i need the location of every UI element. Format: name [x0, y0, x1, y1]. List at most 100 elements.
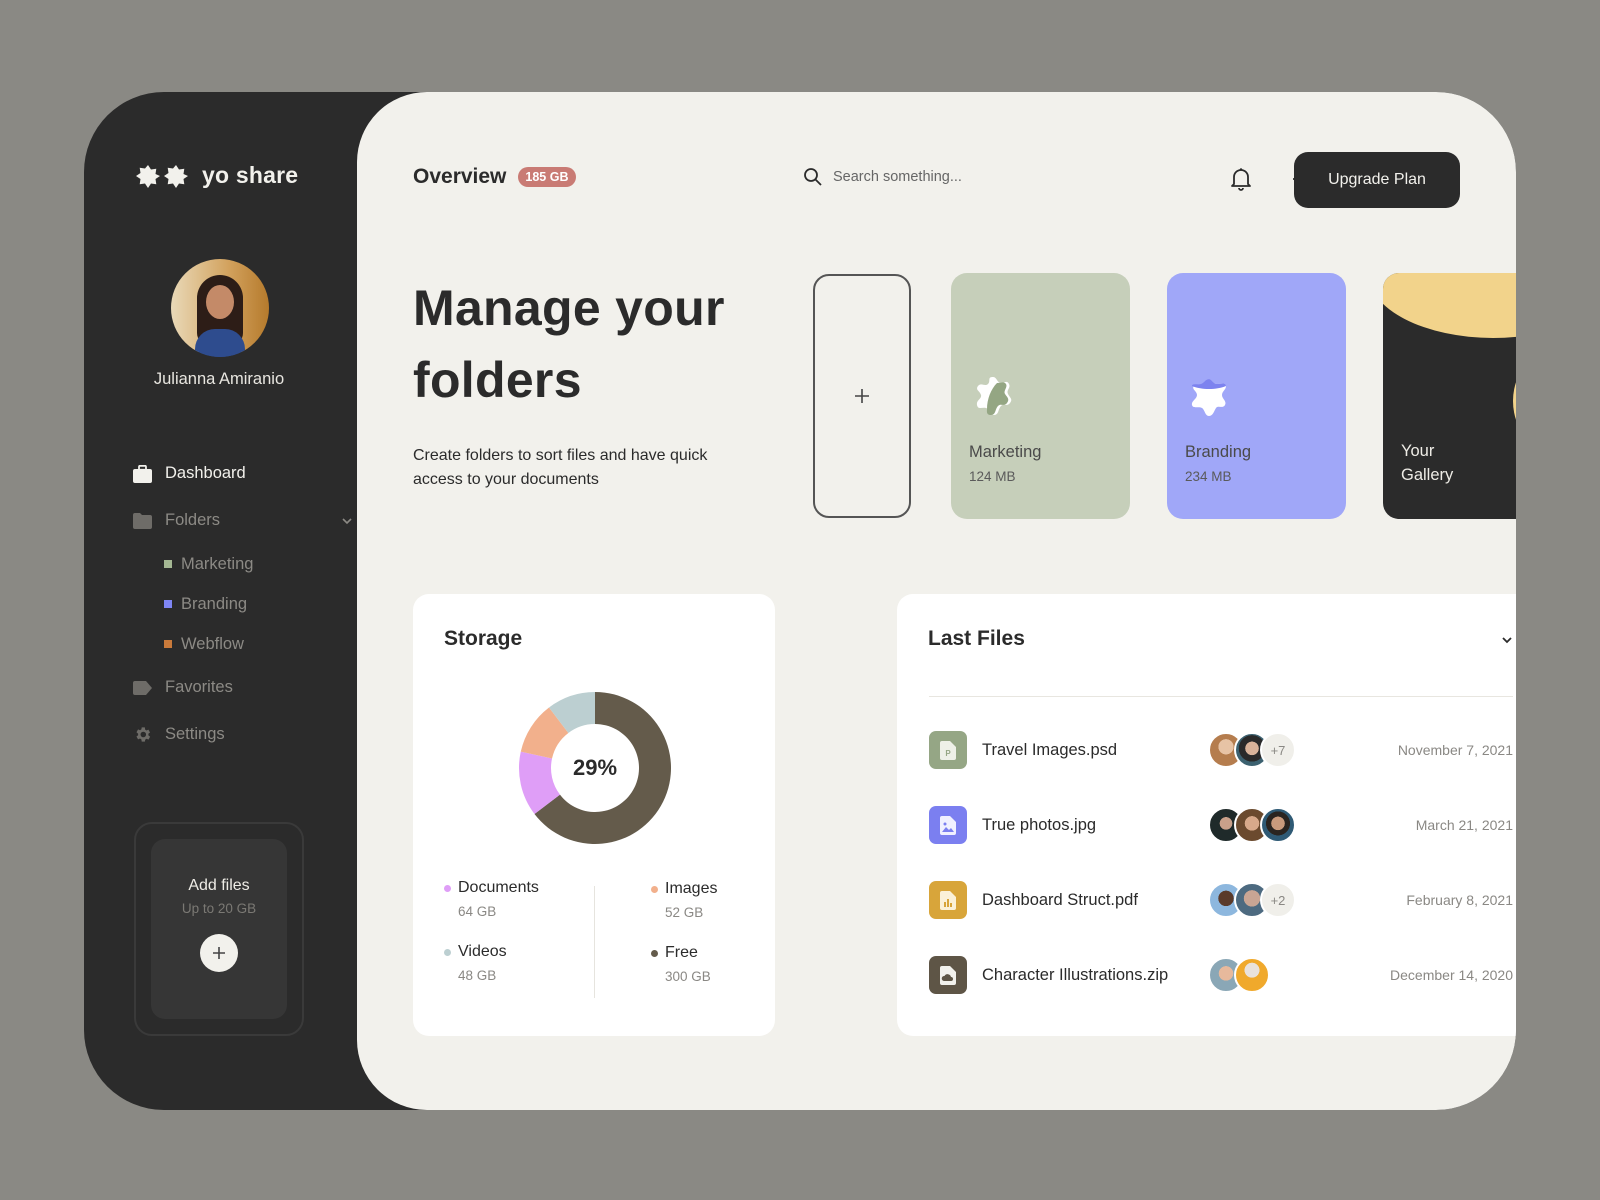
sidebar-item-folders[interactable]: Folders — [132, 497, 354, 544]
create-folder-button[interactable] — [813, 274, 911, 518]
legend-item-videos: Videos 48 GB — [444, 943, 507, 983]
app-name: yo share — [202, 162, 299, 188]
file-row[interactable]: Character Illustrations.zip December 14,… — [929, 955, 1513, 995]
legend-value: 52 GB — [665, 905, 704, 920]
add-files-button[interactable] — [200, 934, 238, 972]
bell-icon — [1231, 168, 1251, 191]
chevron-down-icon[interactable] — [1499, 632, 1515, 648]
hero-title: Manage your folders — [413, 272, 725, 416]
sidebar-item-label: Settings — [165, 725, 225, 743]
legend-dot — [444, 948, 451, 956]
search-bar — [803, 167, 1103, 187]
main-panel: Overview 185 GB Upgrade Plan Manage your… — [357, 92, 1516, 1110]
folder-color-marker — [164, 640, 172, 648]
folder-card-marketing[interactable]: Marketing 124 MB — [951, 273, 1130, 519]
search-input[interactable] — [833, 169, 1093, 185]
shared-users — [1208, 957, 1358, 993]
app-window: yo share Julianna Amiranio Dashboard Fol… — [84, 92, 1516, 1110]
avatar — [1234, 957, 1270, 993]
briefcase-icon — [132, 464, 152, 484]
sidebar-item-label: Dashboard — [165, 464, 246, 482]
page-title: Overview — [413, 165, 507, 188]
sidebar: yo share Julianna Amiranio Dashboard Fol… — [84, 92, 374, 1110]
file-date: November 7, 2021 — [1397, 742, 1513, 758]
upgrade-plan-button[interactable]: Upgrade Plan — [1294, 152, 1460, 208]
folder-size: 234 MB — [1185, 469, 1232, 484]
psd-file-icon: P — [929, 731, 967, 769]
folder-name: Branding — [1185, 443, 1252, 461]
legend-value: 48 GB — [458, 968, 497, 983]
shared-users: +2 — [1208, 882, 1358, 918]
sidebar-item-settings[interactable]: Settings — [132, 711, 354, 758]
legend-item-documents: Documents 64 GB — [444, 879, 539, 919]
sidebar-folder-branding[interactable]: Branding — [132, 584, 354, 624]
file-name: True photos.jpg — [982, 815, 1097, 834]
file-date: December 14, 2020 — [1390, 967, 1513, 983]
sidebar-item-dashboard[interactable]: Dashboard — [132, 450, 354, 497]
chevron-down-icon[interactable] — [340, 514, 354, 528]
sidebar-folder-label: Branding — [181, 594, 248, 613]
avatar — [1260, 807, 1296, 843]
folder-card-gallery[interactable]: Your Gallery — [1383, 273, 1516, 519]
sidebar-item-label: Favorites — [165, 678, 233, 696]
legend-value: 64 GB — [458, 904, 497, 919]
file-name: Dashboard Struct.pdf — [982, 890, 1138, 909]
legend-dot — [444, 884, 451, 892]
user-avatar[interactable] — [171, 259, 269, 357]
gear-icon — [132, 725, 152, 745]
file-date: February 8, 2021 — [1406, 892, 1513, 908]
storage-badge: 185 GB — [518, 167, 576, 187]
sidebar-item-label: Folders — [165, 511, 221, 529]
plus-icon — [855, 389, 869, 403]
storage-card: Storage 29% Documents 64 GB Images 52 GB… — [413, 594, 775, 1036]
folder-color-marker — [164, 600, 172, 608]
folder-card-branding[interactable]: Branding 234 MB — [1167, 273, 1346, 519]
folder-size: 124 MB — [969, 469, 1016, 484]
sidebar-nav: Dashboard Folders Marketing Branding Web… — [132, 450, 354, 758]
more-users-count: +2 — [1260, 882, 1296, 918]
last-files-card: Last Files P Travel Images.psd +7 Novemb… — [897, 594, 1516, 1036]
folder-name: Your Gallery — [1401, 442, 1454, 484]
sidebar-folder-label: Webflow — [181, 634, 244, 653]
file-row[interactable]: True photos.jpg March 21, 2021 — [929, 805, 1513, 845]
legend-item-images: Images 52 GB — [651, 880, 717, 920]
svg-text:P: P — [945, 749, 951, 758]
more-users-count: +7 — [1260, 732, 1296, 768]
legend-dot — [651, 949, 658, 957]
folder-name: Marketing — [969, 443, 1042, 461]
add-files-subtitle: Up to 20 GB — [181, 901, 257, 916]
add-files-card: Add files Up to 20 GB — [151, 839, 287, 1019]
file-name: Character Illustrations.zip — [982, 965, 1169, 984]
search-icon — [804, 168, 822, 186]
file-name: Travel Images.psd — [982, 740, 1118, 759]
legend-divider — [594, 886, 595, 998]
legend-item-free: Free 300 GB — [651, 944, 711, 984]
sidebar-item-favorites[interactable]: Favorites — [132, 664, 354, 711]
cloud-file-icon — [929, 956, 967, 994]
file-row[interactable]: Dashboard Struct.pdf +2 February 8, 2021 — [929, 880, 1513, 920]
plus-icon — [213, 947, 225, 959]
storage-title: Storage — [444, 627, 523, 650]
file-row[interactable]: P Travel Images.psd +7 November 7, 2021 — [929, 730, 1513, 770]
shared-users — [1208, 807, 1358, 843]
notifications-button[interactable] — [1228, 166, 1254, 192]
chart-file-icon — [929, 881, 967, 919]
tag-icon — [132, 678, 152, 698]
sidebar-folder-label: Marketing — [181, 554, 254, 573]
logo[interactable]: yo share — [136, 162, 298, 189]
sidebar-folder-marketing[interactable]: Marketing — [132, 544, 354, 584]
hero-title-line2: folders — [413, 352, 582, 408]
hero-title-line1: Manage your — [413, 280, 725, 336]
branding-folder-icon — [1191, 379, 1226, 416]
last-files-title: Last Files — [928, 627, 1025, 650]
legend-value: 300 GB — [665, 969, 711, 984]
add-files-panel: Add files Up to 20 GB — [134, 822, 304, 1036]
legend-dot — [651, 885, 658, 893]
storage-percent-label: 29% — [572, 755, 618, 780]
add-files-title: Add files — [188, 877, 250, 894]
page-header: Overview 185 GB — [413, 165, 576, 189]
sidebar-folder-webflow[interactable]: Webflow — [132, 624, 354, 664]
hero-subtitle: Create folders to sort files and have qu… — [413, 447, 708, 488]
shared-users: +7 — [1208, 732, 1358, 768]
folder-color-marker — [164, 560, 172, 568]
